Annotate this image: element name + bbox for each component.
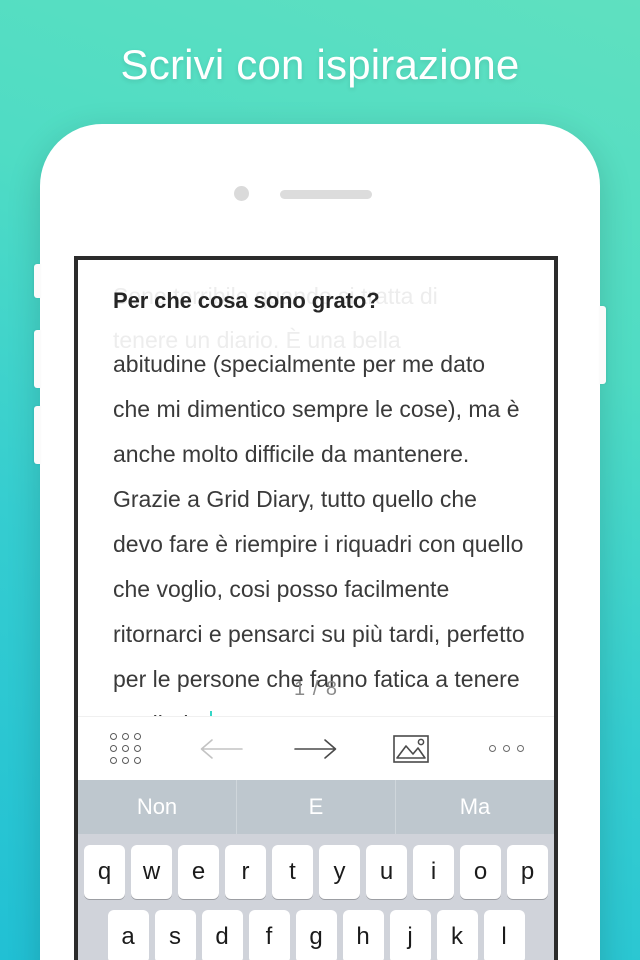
entry-text-value: abitudine (specialmente per me dato che …: [113, 351, 525, 716]
keyboard-row-1: q w e r t y u i o p: [78, 845, 554, 899]
front-camera-icon: [234, 186, 249, 201]
key-l[interactable]: l: [483, 910, 525, 960]
photo-icon: [393, 734, 430, 763]
silent-switch-button[interactable]: [34, 264, 41, 298]
editor-toolbar: [78, 716, 554, 780]
key-d[interactable]: d: [201, 910, 243, 960]
more-icon: [488, 745, 524, 752]
journal-entry-text[interactable]: abitudine (specialmente per me dato che …: [113, 342, 525, 716]
grid-icon: [109, 732, 142, 765]
prediction-item-2[interactable]: E: [236, 780, 395, 834]
photo-button[interactable]: [364, 717, 459, 781]
key-i[interactable]: i: [413, 845, 454, 899]
volume-up-button[interactable]: [34, 330, 41, 388]
power-button[interactable]: [599, 306, 606, 384]
key-r[interactable]: r: [225, 845, 266, 899]
journal-entry-area[interactable]: Sono terribile quando si tratta di tener…: [78, 260, 554, 716]
key-s[interactable]: s: [154, 910, 196, 960]
key-j[interactable]: j: [389, 910, 431, 960]
arrow-right-icon: [294, 738, 337, 759]
volume-down-button[interactable]: [34, 406, 41, 464]
key-t[interactable]: t: [272, 845, 313, 899]
phone-screen: Sono terribile quando si tratta di tener…: [74, 256, 558, 960]
arrow-left-icon: [200, 738, 243, 759]
promo-screenshot: Scrivi con ispirazione Sono terribile qu…: [0, 0, 640, 960]
key-e[interactable]: e: [178, 845, 219, 899]
key-y[interactable]: y: [319, 845, 360, 899]
key-h[interactable]: h: [342, 910, 384, 960]
key-k[interactable]: k: [436, 910, 478, 960]
more-button[interactable]: [459, 717, 554, 781]
journal-prompt: Per che cosa sono grato?: [113, 288, 380, 313]
key-p[interactable]: p: [507, 845, 548, 899]
key-g[interactable]: g: [295, 910, 337, 960]
grid-button[interactable]: [78, 717, 173, 781]
earpiece-speaker: [280, 190, 372, 199]
predictive-text-bar: Non E Ma: [78, 780, 554, 834]
next-button[interactable]: [268, 717, 363, 781]
prediction-item-3[interactable]: Ma: [395, 780, 554, 834]
key-f[interactable]: f: [248, 910, 290, 960]
phone-device-frame: Sono terribile quando si tratta di tener…: [34, 124, 606, 960]
key-a[interactable]: a: [107, 910, 149, 960]
key-o[interactable]: o: [460, 845, 501, 899]
previous-button[interactable]: [173, 717, 268, 781]
page-title: Scrivi con ispirazione: [120, 41, 520, 88]
key-w[interactable]: w: [131, 845, 172, 899]
prediction-item-1[interactable]: Non: [78, 780, 236, 834]
page-indicator: 1 / 8: [294, 678, 338, 700]
keyboard-row-2: a s d f g h j k l: [78, 910, 554, 960]
key-u[interactable]: u: [366, 845, 407, 899]
on-screen-keyboard: q w e r t y u i o p a s d f g h j k l: [78, 834, 554, 960]
key-q[interactable]: q: [84, 845, 125, 899]
